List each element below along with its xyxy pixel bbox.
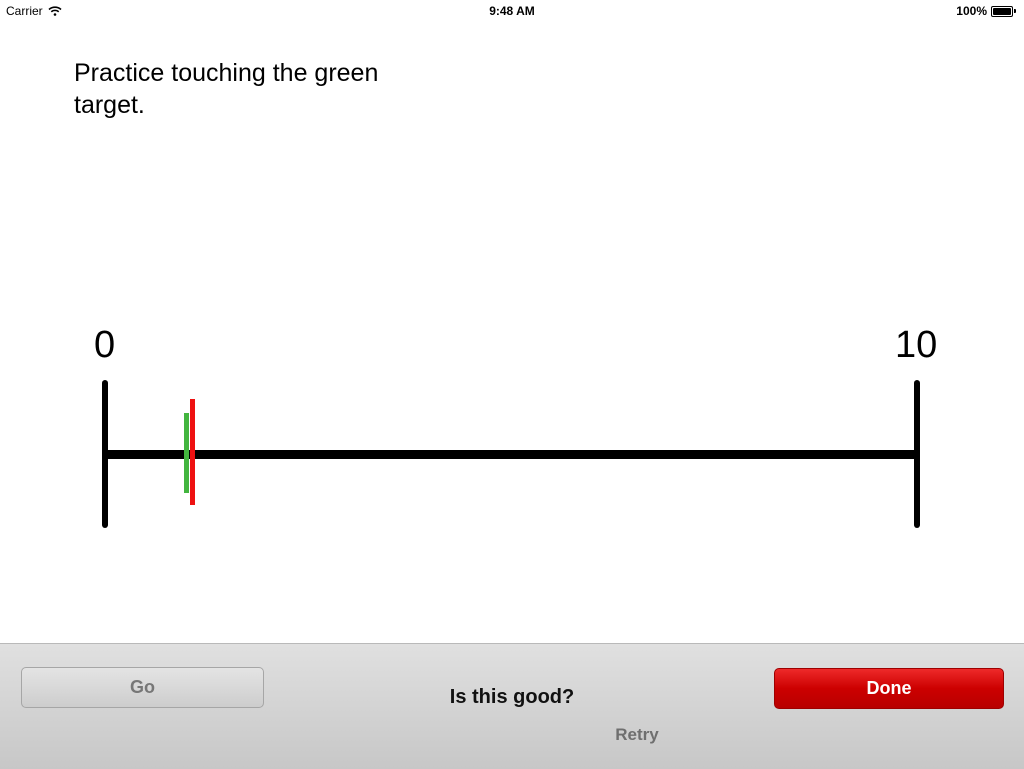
instruction-text: Practice touching the green target.	[74, 59, 379, 119]
status-time: 9:48 AM	[489, 4, 535, 18]
battery-indicator: 100%	[956, 4, 1016, 18]
battery-percent: 100%	[956, 4, 987, 18]
done-button[interactable]: Done	[774, 668, 1004, 709]
scale-min-label: 0	[94, 324, 116, 366]
scale-line[interactable]	[105, 450, 917, 459]
status-bar: Carrier 9:48 AM 100%	[0, 0, 1024, 22]
retry-button[interactable]: Retry	[587, 725, 687, 745]
scale-max-label: 10	[895, 324, 938, 366]
battery-tip	[1014, 9, 1016, 13]
battery-icon	[991, 5, 1013, 17]
bottom-toolbar: Go Is this good? Done Retry	[0, 643, 1024, 769]
red-touch-marker	[190, 399, 196, 505]
green-target-marker	[183, 413, 189, 493]
